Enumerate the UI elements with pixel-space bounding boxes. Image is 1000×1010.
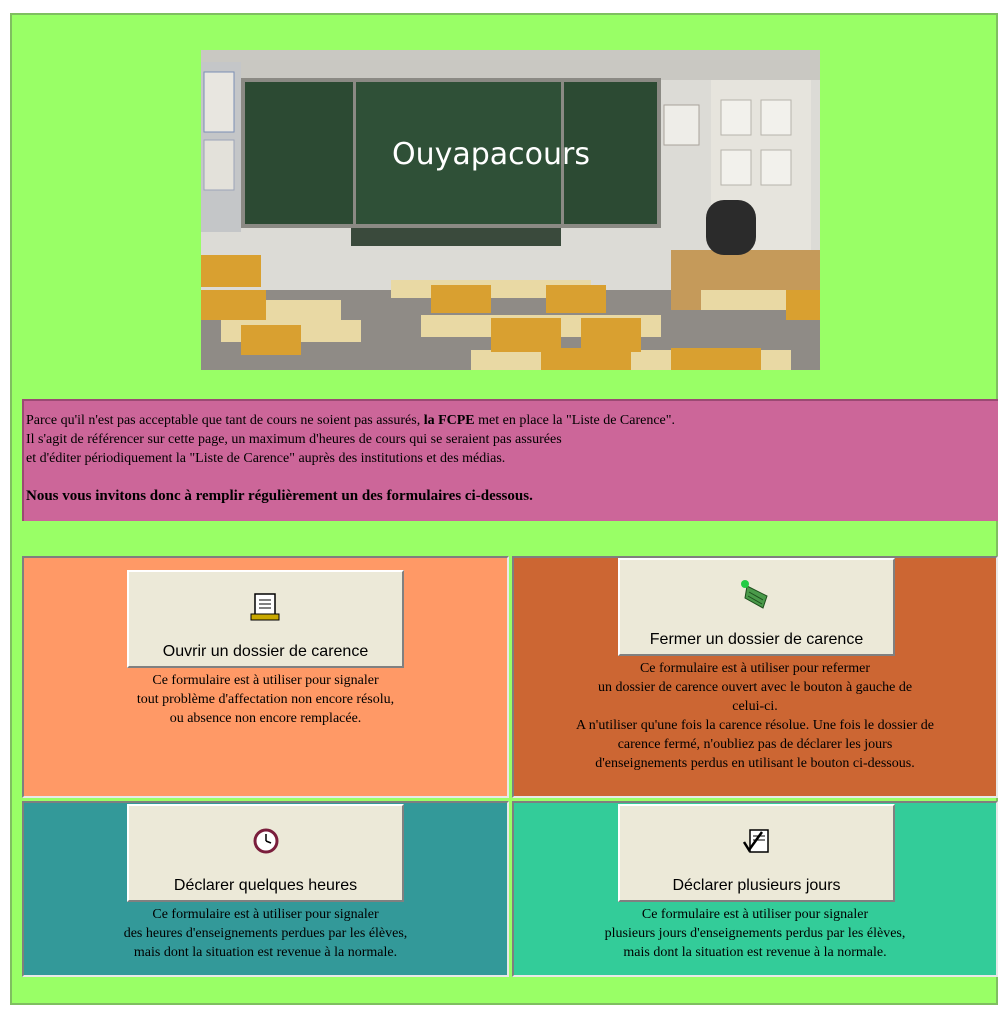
description-line: mais dont la situation est revenue à la … xyxy=(133,945,398,960)
close-file-description: Ce formulaire est à utiliser pour referm… xyxy=(514,659,996,773)
description-line: des heures d'enseignements perdues par l… xyxy=(123,926,408,941)
close-file-button[interactable]: Fermer un dossier de carence xyxy=(618,558,895,656)
intro-line-1: Parce qu'il n'est pas acceptable que tan… xyxy=(26,411,998,430)
description-line: Ce formulaire est à utiliser pour signal… xyxy=(152,673,379,688)
intro-line-3: et d'éditer périodiquement la "Liste de … xyxy=(26,451,506,466)
description-line: carence fermé, n'oubliez pas de déclarer… xyxy=(617,737,893,752)
open-file-button[interactable]: Ouvrir un dossier de carence xyxy=(127,570,404,668)
declare-hours-description: Ce formulaire est à utiliser pour signal… xyxy=(24,905,507,962)
description-line: Ce formulaire est à utiliser pour signal… xyxy=(152,907,379,922)
description-line: un dossier de carence ouvert avec le bou… xyxy=(597,680,913,695)
intro-invite: Nous vous invitons donc à remplir réguli… xyxy=(26,488,533,504)
description-line: Ce formulaire est à utiliser pour referm… xyxy=(639,661,871,676)
close-file-section: Fermer un dossier de carence Ce formulai… xyxy=(512,556,998,798)
intro-text: Parce qu'il n'est pas acceptable que tan… xyxy=(26,413,424,428)
description-line: plusieurs jours d'enseignements perdus p… xyxy=(604,926,906,941)
document-list-icon xyxy=(249,592,283,627)
description-line: d'enseignements perdus en utilisant le b… xyxy=(595,756,915,771)
classroom-banner-image: Ouyapacours xyxy=(201,50,820,370)
description-line: Ce formulaire est à utiliser pour signal… xyxy=(641,907,869,922)
folder-close-icon xyxy=(739,578,775,617)
declare-hours-button[interactable]: Déclarer quelques heures xyxy=(127,804,404,902)
fcpe-text: la FCPE xyxy=(423,413,475,428)
banner-title: Ouyapacours xyxy=(392,137,590,172)
intro-text: met en place la "Liste de Carence". xyxy=(474,413,675,428)
open-file-section: Ouvrir un dossier de carence Ce formulai… xyxy=(22,556,509,798)
declare-hours-section: Déclarer quelques heures Ce formulaire e… xyxy=(22,801,509,977)
open-file-label: Ouvrir un dossier de carence xyxy=(162,643,369,660)
declare-days-button[interactable]: Déclarer plusieurs jours xyxy=(618,804,895,902)
description-line: celui-ci. xyxy=(732,699,778,714)
description-line: ou absence non encore remplacée. xyxy=(169,711,362,726)
clock-icon xyxy=(251,826,281,861)
open-file-description: Ce formulaire est à utiliser pour signal… xyxy=(24,671,507,728)
intro-panel: Parce qu'il n'est pas acceptable que tan… xyxy=(22,399,998,521)
intro-line-2: Il s'agit de référencer sur cette page, … xyxy=(26,432,562,447)
description-line: A n'utiliser qu'une fois la carence réso… xyxy=(575,718,935,733)
close-file-label: Fermer un dossier de carence xyxy=(649,631,864,648)
description-line: mais dont la situation est revenue à la … xyxy=(623,945,887,960)
declare-hours-label: Déclarer quelques heures xyxy=(173,877,358,894)
declare-days-section: Déclarer plusieurs jours Ce formulaire e… xyxy=(512,801,998,977)
declare-days-description: Ce formulaire est à utiliser pour signal… xyxy=(514,905,996,962)
calendar-check-icon xyxy=(740,826,774,863)
description-line: tout problème d'affectation non encore r… xyxy=(136,692,395,707)
declare-days-label: Déclarer plusieurs jours xyxy=(672,877,841,894)
